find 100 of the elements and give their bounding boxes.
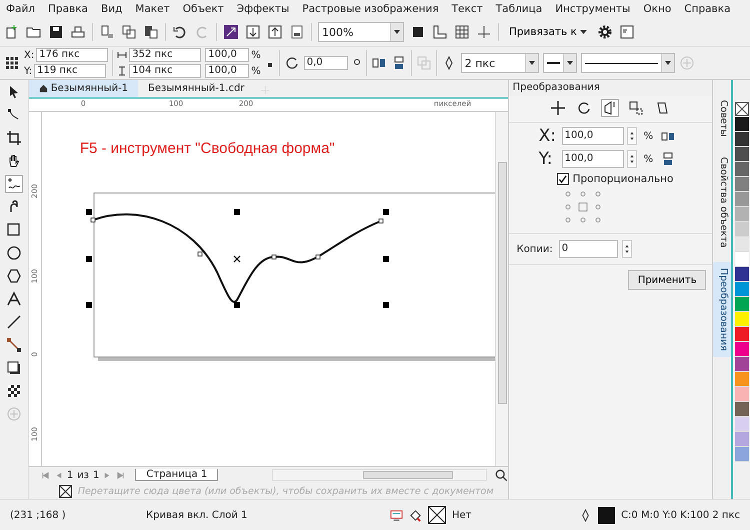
height-field[interactable]: 104 пкс — [129, 64, 202, 78]
zoom-icon[interactable] — [494, 468, 508, 482]
polygon-tool-icon[interactable] — [6, 268, 22, 284]
curve-node[interactable] — [378, 218, 384, 224]
color-swatch[interactable] — [734, 297, 749, 312]
docker-tab[interactable]: Преобразования — [713, 262, 732, 357]
selection-handle[interactable] — [86, 256, 92, 262]
ellipse-tool-icon[interactable] — [6, 245, 22, 261]
menu-item[interactable]: Справка — [684, 3, 731, 15]
document-tab[interactable]: Безымянный-1.cdr — [138, 80, 254, 97]
crop-tool-icon[interactable] — [6, 130, 22, 146]
color-swatch[interactable] — [734, 267, 749, 282]
copy-icon[interactable] — [121, 24, 137, 40]
print-icon[interactable] — [70, 24, 86, 40]
spinner-icon[interactable] — [626, 150, 637, 168]
no-color-icon[interactable] — [58, 484, 72, 498]
undo-icon[interactable] — [172, 24, 188, 40]
selection-handle[interactable] — [86, 209, 92, 215]
line-style-dropdown[interactable] — [580, 53, 675, 73]
menu-item[interactable]: Файл — [6, 3, 36, 15]
color-swatch[interactable] — [734, 447, 749, 462]
scale-x-field[interactable]: 100,0 — [562, 127, 624, 145]
zoom-dropdown[interactable]: 100% — [318, 22, 404, 42]
guidelines-icon[interactable] — [476, 24, 492, 40]
export-icon[interactable] — [267, 24, 283, 40]
docker-tab[interactable]: Советы — [713, 94, 732, 143]
proportional-checkbox[interactable] — [556, 173, 569, 185]
import-icon[interactable] — [245, 24, 261, 40]
spinner-icon[interactable] — [626, 127, 637, 145]
color-swatch[interactable] — [734, 162, 749, 177]
spinner-icon[interactable] — [622, 240, 632, 258]
size-icon[interactable] — [628, 100, 644, 116]
color-swatch[interactable] — [734, 312, 749, 327]
text-tool-icon[interactable] — [6, 291, 22, 307]
rotation-field[interactable]: 0,0 — [304, 56, 348, 70]
launcher-icon[interactable] — [223, 24, 239, 40]
menu-item[interactable]: Вид — [100, 3, 122, 15]
color-swatch[interactable] — [734, 372, 749, 387]
line-start-dropdown[interactable] — [542, 53, 577, 73]
vertical-scrollbar[interactable] — [494, 112, 508, 466]
save-icon[interactable] — [48, 24, 64, 40]
color-swatch[interactable] — [734, 432, 749, 447]
reference-point-icon[interactable] — [4, 55, 20, 71]
color-swatch[interactable] — [734, 282, 749, 297]
grid-icon[interactable] — [454, 24, 470, 40]
apply-button[interactable]: Применить — [628, 270, 706, 290]
color-swatch[interactable] — [734, 222, 749, 237]
curve-node[interactable] — [197, 252, 202, 256]
menu-item[interactable]: Инструменты — [555, 3, 630, 15]
color-swatch[interactable] — [734, 387, 749, 402]
color-swatch[interactable] — [734, 177, 749, 192]
docker-tab[interactable]: Свойства объекта — [713, 150, 732, 254]
horizontal-scrollbar[interactable] — [272, 469, 487, 481]
menu-item[interactable]: Объект — [182, 3, 224, 15]
scale-y-field[interactable]: 100,0 — [562, 150, 624, 168]
paste-icon[interactable] — [143, 24, 159, 40]
window-icon[interactable] — [619, 24, 636, 40]
settings-icon[interactable] — [597, 24, 614, 40]
move-icon[interactable] — [550, 100, 566, 116]
y-position-field[interactable]: 119 пкс — [34, 64, 106, 78]
freehand-curve[interactable] — [92, 213, 382, 302]
outline-width-dropdown[interactable]: 2 пкс — [460, 53, 539, 73]
rotate-icon[interactable] — [576, 100, 592, 116]
color-swatch[interactable] — [734, 402, 749, 417]
color-swatch[interactable] — [734, 237, 749, 252]
color-swatch[interactable] — [734, 147, 749, 162]
no-fill-swatch-icon[interactable] — [734, 102, 749, 116]
document-tab[interactable]: Безымянный-1 — [28, 80, 138, 97]
full-screen-icon[interactable] — [410, 24, 426, 40]
curve-node[interactable] — [271, 254, 276, 260]
line-tool-icon[interactable] — [6, 314, 22, 330]
menu-item[interactable]: Правка — [48, 3, 88, 15]
menu-item[interactable]: Текст — [452, 3, 483, 15]
freehand-tool-icon[interactable] — [6, 176, 22, 192]
scale-mirror-icon[interactable] — [602, 100, 618, 116]
x-position-field[interactable]: 176 пкс — [36, 48, 108, 62]
rulers-icon[interactable] — [432, 24, 448, 40]
color-swatch[interactable] — [734, 252, 749, 267]
color-swatch[interactable] — [734, 192, 749, 207]
color-swatch[interactable] — [734, 132, 749, 147]
color-swatch[interactable] — [734, 117, 749, 132]
menu-item[interactable]: Макет — [135, 3, 170, 15]
color-swatch[interactable] — [734, 342, 749, 357]
transparency-tool-icon[interactable] — [6, 383, 22, 399]
scale-y-field[interactable]: 100,0 — [205, 64, 250, 78]
color-swatch[interactable] — [734, 327, 749, 342]
menu-item[interactable]: Эффекты — [236, 3, 290, 15]
copies-field[interactable]: 0 — [558, 240, 618, 258]
curve-node[interactable] — [315, 254, 320, 260]
page-tab[interactable]: Страница 1 — [135, 469, 218, 481]
drop-shadow-tool-icon[interactable] — [6, 360, 22, 376]
width-field[interactable]: 352 пкс — [129, 48, 202, 62]
selection-handle[interactable] — [86, 302, 92, 308]
color-swatch[interactable] — [734, 417, 749, 432]
connector-tool-icon[interactable] — [6, 337, 22, 353]
menu-item[interactable]: Таблица — [496, 3, 542, 15]
color-swatch[interactable] — [734, 207, 749, 222]
snap-to-dropdown[interactable]: Привязать к — [505, 26, 592, 38]
color-swatch[interactable] — [734, 357, 749, 372]
rectangle-tool-icon[interactable] — [6, 222, 22, 238]
